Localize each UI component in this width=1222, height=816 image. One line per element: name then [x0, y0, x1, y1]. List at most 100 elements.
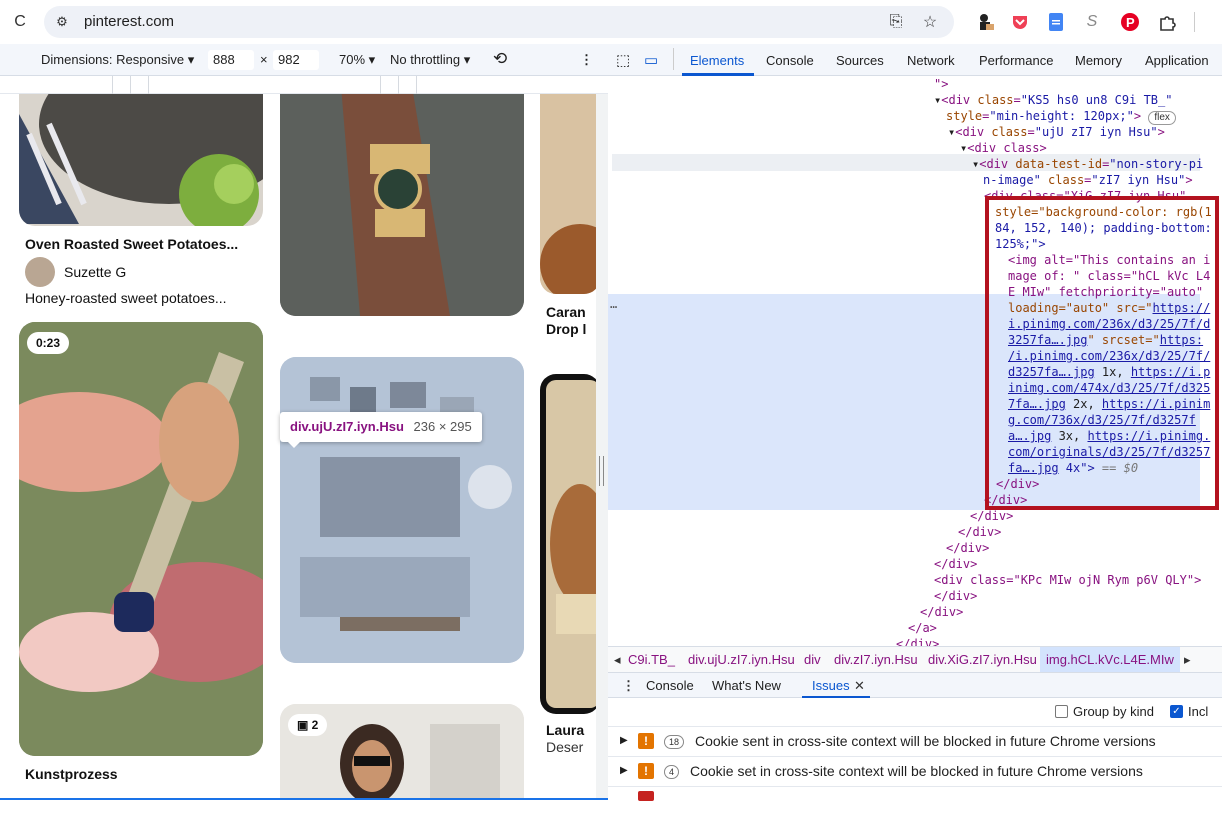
pin-image-caramel[interactable]	[540, 94, 596, 294]
breadcrumb-scroll-left-icon[interactable]: ◂	[614, 652, 621, 668]
breadcrumb-item[interactable]: C9i.TB_	[628, 652, 675, 667]
dom-ellipsis[interactable]: …	[610, 296, 617, 312]
tooltip-selector: div.ujU.zI7.iyn.Hsu	[290, 419, 404, 434]
tooltip-arrow	[286, 440, 302, 448]
toolbar-divider	[1194, 12, 1195, 32]
warning-icon: !	[638, 763, 654, 779]
tab-elements[interactable]: Elements	[690, 53, 744, 68]
tab-performance[interactable]: Performance	[979, 53, 1053, 68]
dom-line[interactable]: </div>	[934, 588, 977, 604]
dom-line[interactable]: ▾<div class="KS5 hs0 un8 C9i TB_"	[934, 92, 1173, 108]
inspect-element-icon[interactable]: ⬚	[616, 51, 630, 69]
video-duration-badge: 0:23	[27, 332, 70, 354]
reload-icon[interactable]: C	[8, 10, 32, 34]
tab-application[interactable]: Application	[1145, 53, 1209, 68]
breadcrumb-item[interactable]: div.XiG.zI7.iyn.Hsu	[928, 652, 1037, 667]
pin-title[interactable]: Laura	[546, 722, 584, 738]
extension-figure-icon[interactable]	[974, 10, 998, 34]
issue-text: Cookie set in cross-site context will be…	[690, 763, 1143, 779]
browser-toolbar: C ⚙ pinterest.com ⎘ ☆ S P	[0, 0, 1222, 44]
dom-line[interactable]: ▾<div class>	[960, 140, 1047, 156]
pin-image-art-process[interactable]	[19, 322, 263, 756]
multi-image-badge: ▣ 2	[288, 714, 328, 736]
group-by-kind-label: Group by kind	[1073, 704, 1154, 719]
issues-panel: Group by kind ✓ Incl ▶ ! 18 Cookie sent …	[608, 698, 1222, 801]
resize-handle[interactable]	[596, 94, 608, 798]
pin-author[interactable]: Suzette G	[64, 264, 126, 280]
issue-row-partial[interactable]	[608, 786, 1222, 816]
issue-text: Cookie sent in cross-site context will b…	[695, 733, 1156, 749]
pin-image-dessert[interactable]	[540, 374, 596, 714]
url-text: pinterest.com	[84, 13, 175, 30]
height-input[interactable]: 982	[273, 50, 319, 70]
dom-line[interactable]: style="min-height: 120px;"> flex	[946, 108, 1176, 125]
install-app-icon[interactable]: ⎘	[884, 10, 908, 34]
dom-line[interactable]: n-image" class="zI7 iyn Hsu">	[983, 172, 1193, 188]
pin-image-watch[interactable]	[280, 94, 524, 316]
dom-line[interactable]: <div class="KPc MIw ojN Rym p6V QLY">	[934, 572, 1201, 588]
flex-badge[interactable]: flex	[1148, 111, 1176, 125]
zoom-dropdown[interactable]: 70% ▾	[339, 52, 375, 68]
dom-line[interactable]: ">	[934, 76, 948, 92]
breadcrumb: ◂ C9i.TB_ div.ujU.zI7.iyn.Hsu div div.zI…	[608, 646, 1222, 672]
device-toggle-icon[interactable]: ▭	[644, 51, 658, 69]
expand-icon[interactable]: ▶	[620, 765, 628, 776]
tab-console[interactable]: Console	[766, 53, 814, 68]
dimensions-dropdown[interactable]: Dimensions: Responsive ▾	[41, 52, 194, 68]
drawer-tab-whats-new[interactable]: What's New	[712, 678, 781, 693]
site-settings-icon[interactable]: ⚙	[50, 10, 74, 34]
issue-row[interactable]: ▶ ! 18 Cookie sent in cross-site context…	[608, 726, 1222, 756]
pin-title[interactable]: Kunstprozess	[25, 766, 118, 782]
issue-count: 4	[664, 765, 680, 779]
pinterest-icon[interactable]: P	[1118, 10, 1142, 34]
media-query-ruler	[0, 76, 608, 94]
pin-title[interactable]: Caran	[546, 304, 586, 320]
rotate-icon[interactable]: ⟲	[493, 49, 507, 69]
tab-memory[interactable]: Memory	[1075, 53, 1122, 68]
dom-line[interactable]: </div>	[970, 508, 1013, 524]
breadcrumb-item[interactable]: div.ujU.zI7.iyn.Hsu	[688, 652, 795, 667]
expand-icon[interactable]: ▶	[620, 735, 628, 746]
extensions-puzzle-icon[interactable]	[1156, 10, 1180, 34]
dom-line[interactable]: ▾<div data-test-id="non-story-pi	[972, 156, 1203, 172]
devtools-tabbar: ⬚ ▭ Elements Console Sources Network Per…	[608, 44, 1222, 76]
tab-sources[interactable]: Sources	[836, 53, 884, 68]
avatar[interactable]	[25, 257, 55, 287]
dom-line[interactable]: </a>	[908, 620, 937, 636]
dom-line[interactable]: </div>	[896, 636, 939, 646]
group-by-kind-checkbox[interactable]	[1055, 705, 1068, 718]
more-options-icon[interactable]: ⋮	[580, 52, 593, 68]
docs-icon[interactable]	[1044, 10, 1068, 34]
dom-line[interactable]: ▾<div class="ujU zI7 iyn Hsu">	[948, 124, 1165, 140]
breadcrumb-item[interactable]: div.zI7.iyn.Hsu	[834, 652, 918, 667]
extension-s-icon[interactable]: S	[1080, 10, 1104, 34]
width-input[interactable]: 888	[208, 50, 254, 70]
dom-line[interactable]: </div>	[946, 540, 989, 556]
issue-row[interactable]: ▶ ! 4 Cookie set in cross-site context w…	[608, 756, 1222, 786]
dom-line[interactable]: </div>	[920, 604, 963, 620]
dom-line[interactable]: </div>	[934, 556, 977, 572]
breadcrumb-scroll-right-icon[interactable]: ▸	[1184, 652, 1191, 668]
dom-line[interactable]: </div>	[958, 524, 1001, 540]
pin-title[interactable]: Oven Roasted Sweet Potatoes...	[25, 236, 238, 252]
warning-icon: !	[638, 733, 654, 749]
drawer-tab-console[interactable]: Console	[646, 678, 694, 693]
include-checkbox[interactable]: ✓	[1170, 705, 1183, 718]
page-viewport: Oven Roasted Sweet Potatoes... Suzette G…	[0, 94, 596, 798]
pocket-icon[interactable]	[1008, 10, 1032, 34]
svg-text:P: P	[1126, 15, 1135, 30]
address-bar[interactable]: ⚙ pinterest.com ⎘ ☆	[44, 6, 954, 38]
drawer-tab-issues[interactable]: Issues	[812, 678, 850, 693]
bookmark-star-icon[interactable]: ☆	[918, 10, 942, 34]
tab-network[interactable]: Network	[907, 53, 955, 68]
issue-count: 18	[664, 735, 685, 749]
pin-image-living-room-highlighted[interactable]	[280, 357, 524, 663]
pin-title[interactable]: Drop l	[546, 321, 586, 337]
drawer-menu-icon[interactable]: ⋮	[622, 678, 635, 694]
browser-window: C ⚙ pinterest.com ⎘ ☆ S P Dimensions: Re…	[0, 0, 1222, 801]
breadcrumb-item-active[interactable]: img.hCL.kVc.L4E.MIw	[1040, 647, 1180, 672]
pin-image-sweet-potatoes[interactable]	[19, 94, 263, 226]
close-icon[interactable]: ✕	[854, 678, 865, 694]
breadcrumb-item[interactable]: div	[804, 652, 821, 667]
throttling-dropdown[interactable]: No throttling ▾	[390, 52, 470, 68]
